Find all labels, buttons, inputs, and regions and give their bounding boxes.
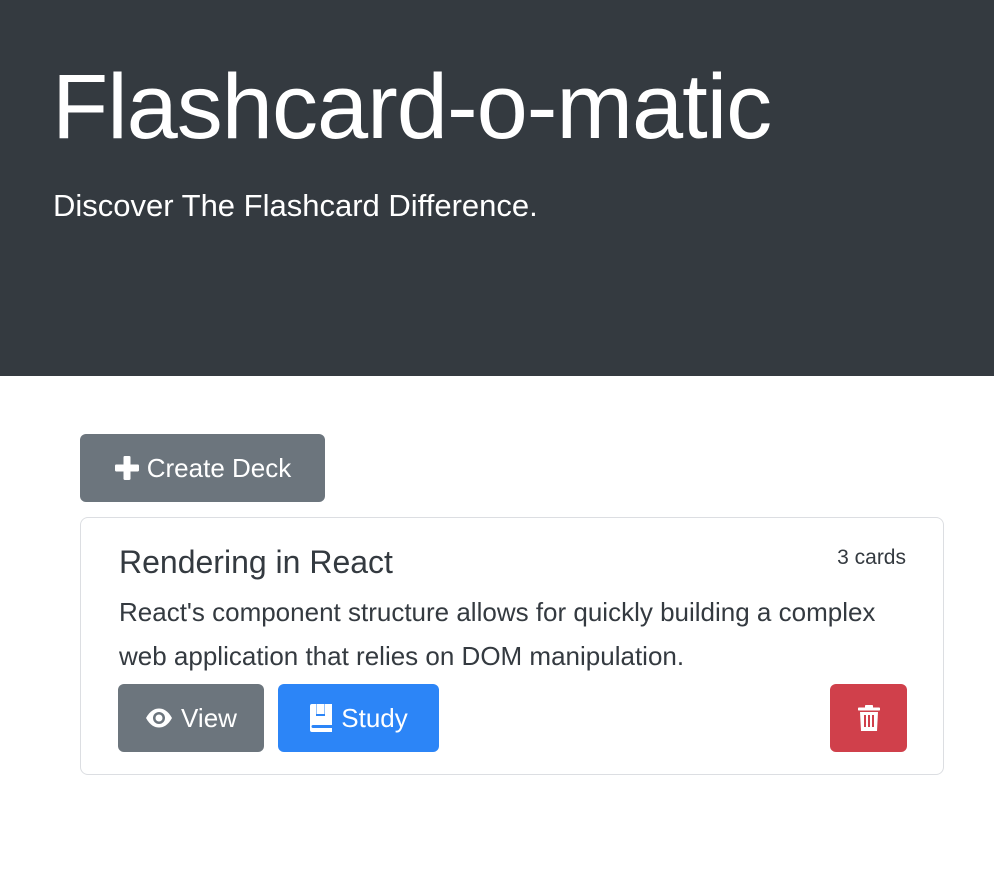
app-title: Flashcard-o-matic xyxy=(52,56,772,158)
deck-card: Rendering in React 3 cards React's compo… xyxy=(80,517,944,775)
view-label: View xyxy=(181,703,237,733)
create-deck-button[interactable]: Create Deck xyxy=(80,434,325,502)
trash-icon xyxy=(857,705,880,731)
study-label: Study xyxy=(341,703,408,733)
view-deck-button[interactable]: View xyxy=(118,684,264,752)
book-icon xyxy=(309,704,333,732)
deck-name: Rendering in React xyxy=(119,544,393,580)
create-deck-label: Create Deck xyxy=(146,453,292,483)
deck-description: React's component structure allows for q… xyxy=(119,597,876,671)
header-banner: Flashcard-o-matic Discover The Flashcard… xyxy=(0,0,994,376)
study-deck-button[interactable]: Study xyxy=(278,684,439,752)
plus-icon xyxy=(114,455,140,481)
app-tagline: Discover The Flashcard Difference. xyxy=(53,188,538,223)
deck-card-count: 3 cards xyxy=(837,546,906,569)
eye-icon xyxy=(145,708,173,728)
delete-deck-button[interactable] xyxy=(830,684,907,752)
